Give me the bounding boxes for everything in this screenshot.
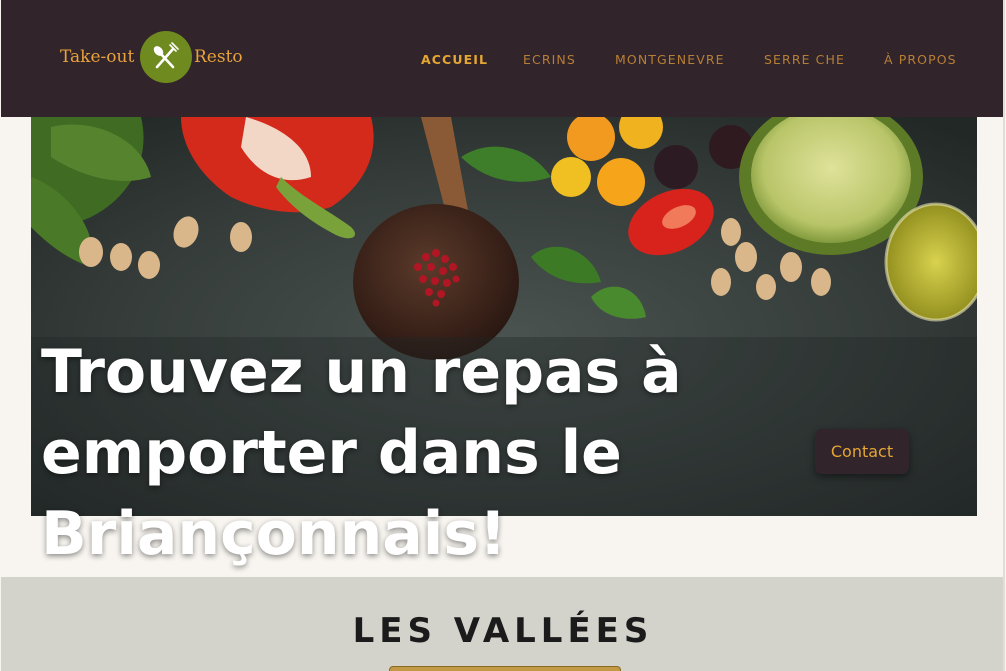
nav-link-accueil[interactable]: ACCUEIL: [421, 52, 488, 67]
nav-link-a-propos[interactable]: À PROPOS: [884, 52, 957, 67]
navbar: Take-out Resto ACCUEIL ECRINS MONTGENEVR…: [1, 0, 1005, 117]
hero-heading: Trouvez un repas à emporter dans le Bria…: [41, 337, 682, 569]
nav-link-serre-che[interactable]: SERRE CHE: [764, 52, 845, 67]
section-title: LES VALLÉES: [352, 611, 654, 651]
contact-button[interactable]: Contact: [815, 429, 909, 474]
nav-link-ecrins[interactable]: ECRINS: [523, 52, 576, 67]
nav-link-montgenevre[interactable]: MONTGENEVRE: [615, 52, 725, 67]
scrollbar[interactable]: [1003, 0, 1005, 671]
valleys-section: LES VALLÉES: [1, 577, 1005, 671]
section-divider: [389, 666, 621, 671]
main-nav: ACCUEIL ECRINS MONTGENEVRE SERRE CHE À P…: [1, 52, 1005, 68]
page: Take-out Resto ACCUEIL ECRINS MONTGENEVR…: [1, 0, 1005, 671]
